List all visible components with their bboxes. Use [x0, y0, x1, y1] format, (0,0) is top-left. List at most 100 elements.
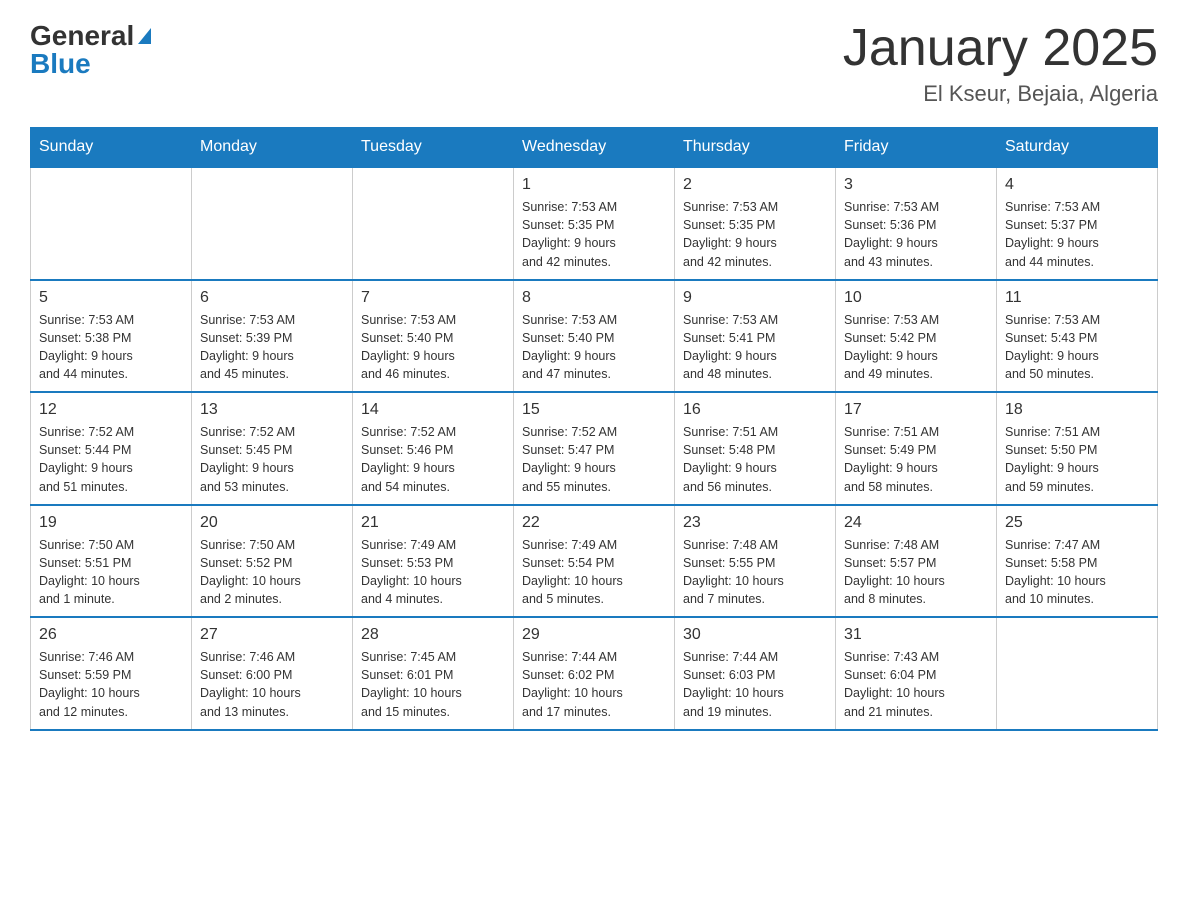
day-info: Sunrise: 7:53 AM Sunset: 5:35 PM Dayligh… — [522, 198, 666, 271]
day-info: Sunrise: 7:44 AM Sunset: 6:03 PM Dayligh… — [683, 648, 827, 721]
calendar-cell — [997, 617, 1158, 730]
day-number: 20 — [200, 514, 344, 532]
calendar-cell: 19 Sunrise: 7:50 AM Sunset: 5:51 PM Dayli… — [31, 505, 192, 618]
day-number: 2 — [683, 176, 827, 194]
day-number: 3 — [844, 176, 988, 194]
day-number: 23 — [683, 514, 827, 532]
calendar-cell: 14 Sunrise: 7:52 AM Sunset: 5:46 PM Dayli… — [353, 392, 514, 505]
day-number: 19 — [39, 514, 183, 532]
day-info: Sunrise: 7:45 AM Sunset: 6:01 PM Dayligh… — [361, 648, 505, 721]
day-info: Sunrise: 7:46 AM Sunset: 5:59 PM Dayligh… — [39, 648, 183, 721]
day-info: Sunrise: 7:51 AM Sunset: 5:49 PM Dayligh… — [844, 423, 988, 496]
week-row-2: 5Sunrise: 7:53 AM Sunset: 5:38 PM Daylig… — [31, 280, 1158, 393]
day-info: Sunrise: 7:49 AM Sunset: 5:53 PM Dayligh… — [361, 536, 505, 609]
weekday-header-wednesday: Wednesday — [514, 128, 675, 168]
day-info: Sunrise: 7:46 AM Sunset: 6:00 PM Dayligh… — [200, 648, 344, 721]
calendar-cell: 7Sunrise: 7:53 AM Sunset: 5:40 PM Daylig… — [353, 280, 514, 393]
day-info: Sunrise: 7:53 AM Sunset: 5:39 PM Dayligh… — [200, 311, 344, 384]
day-info: Sunrise: 7:53 AM Sunset: 5:42 PM Dayligh… — [844, 311, 988, 384]
calendar-cell: 24Sunrise: 7:48 AM Sunset: 5:57 PM Dayli… — [836, 505, 997, 618]
day-number: 25 — [1005, 514, 1149, 532]
week-row-1: 1 Sunrise: 7:53 AM Sunset: 5:35 PM Daylig… — [31, 167, 1158, 280]
day-info: Sunrise: 7:50 AM Sunset: 5:51 PM Dayligh… — [39, 536, 183, 609]
calendar-cell: 17 Sunrise: 7:51 AM Sunset: 5:49 PM Dayli… — [836, 392, 997, 505]
calendar-cell: 6 Sunrise: 7:53 AM Sunset: 5:39 PM Daylig… — [192, 280, 353, 393]
calendar-cell: 2 Sunrise: 7:53 AM Sunset: 5:35 PM Daylig… — [675, 167, 836, 280]
calendar-cell: 31 Sunrise: 7:43 AM Sunset: 6:04 PM Dayli… — [836, 617, 997, 730]
calendar-cell: 28 Sunrise: 7:45 AM Sunset: 6:01 PM Dayli… — [353, 617, 514, 730]
week-row-4: 19 Sunrise: 7:50 AM Sunset: 5:51 PM Dayli… — [31, 505, 1158, 618]
title-section: January 2025 El Kseur, Bejaia, Algeria — [843, 20, 1158, 107]
day-info: Sunrise: 7:51 AM Sunset: 5:48 PM Dayligh… — [683, 423, 827, 496]
day-info: Sunrise: 7:49 AM Sunset: 5:54 PM Dayligh… — [522, 536, 666, 609]
day-info: Sunrise: 7:44 AM Sunset: 6:02 PM Dayligh… — [522, 648, 666, 721]
day-number: 8 — [522, 289, 666, 307]
month-title: January 2025 — [843, 20, 1158, 77]
day-info: Sunrise: 7:50 AM Sunset: 5:52 PM Dayligh… — [200, 536, 344, 609]
day-info: Sunrise: 7:48 AM Sunset: 5:55 PM Dayligh… — [683, 536, 827, 609]
weekday-header-monday: Monday — [192, 128, 353, 168]
day-number: 13 — [200, 401, 344, 419]
weekday-header-thursday: Thursday — [675, 128, 836, 168]
calendar-cell: 9 Sunrise: 7:53 AM Sunset: 5:41 PM Daylig… — [675, 280, 836, 393]
day-info: Sunrise: 7:53 AM Sunset: 5:38 PM Dayligh… — [39, 311, 183, 384]
calendar-cell: 29 Sunrise: 7:44 AM Sunset: 6:02 PM Dayli… — [514, 617, 675, 730]
calendar-cell: 20 Sunrise: 7:50 AM Sunset: 5:52 PM Dayli… — [192, 505, 353, 618]
calendar-cell: 21 Sunrise: 7:49 AM Sunset: 5:53 PM Dayli… — [353, 505, 514, 618]
day-number: 18 — [1005, 401, 1149, 419]
day-number: 16 — [683, 401, 827, 419]
calendar-cell: 13 Sunrise: 7:52 AM Sunset: 5:45 PM Dayli… — [192, 392, 353, 505]
day-number: 6 — [200, 289, 344, 307]
location-title: El Kseur, Bejaia, Algeria — [843, 81, 1158, 107]
calendar-cell: 30 Sunrise: 7:44 AM Sunset: 6:03 PM Dayli… — [675, 617, 836, 730]
calendar-cell: 25 Sunrise: 7:47 AM Sunset: 5:58 PM Dayli… — [997, 505, 1158, 618]
calendar-cell: 1 Sunrise: 7:53 AM Sunset: 5:35 PM Daylig… — [514, 167, 675, 280]
day-number: 17 — [844, 401, 988, 419]
day-info: Sunrise: 7:53 AM Sunset: 5:40 PM Dayligh… — [522, 311, 666, 384]
day-info: Sunrise: 7:47 AM Sunset: 5:58 PM Dayligh… — [1005, 536, 1149, 609]
day-number: 10 — [844, 289, 988, 307]
day-info: Sunrise: 7:52 AM Sunset: 5:46 PM Dayligh… — [361, 423, 505, 496]
calendar-cell: 5Sunrise: 7:53 AM Sunset: 5:38 PM Daylig… — [31, 280, 192, 393]
weekday-header-sunday: Sunday — [31, 128, 192, 168]
day-info: Sunrise: 7:52 AM Sunset: 5:44 PM Dayligh… — [39, 423, 183, 496]
day-info: Sunrise: 7:52 AM Sunset: 5:45 PM Dayligh… — [200, 423, 344, 496]
day-number: 27 — [200, 626, 344, 644]
weekday-header-friday: Friday — [836, 128, 997, 168]
calendar-cell: 22 Sunrise: 7:49 AM Sunset: 5:54 PM Dayli… — [514, 505, 675, 618]
day-number: 7 — [361, 289, 505, 307]
day-info: Sunrise: 7:53 AM Sunset: 5:41 PM Dayligh… — [683, 311, 827, 384]
day-number: 14 — [361, 401, 505, 419]
week-row-5: 26 Sunrise: 7:46 AM Sunset: 5:59 PM Dayli… — [31, 617, 1158, 730]
calendar-cell: 8 Sunrise: 7:53 AM Sunset: 5:40 PM Daylig… — [514, 280, 675, 393]
day-number: 9 — [683, 289, 827, 307]
calendar-cell — [31, 167, 192, 280]
calendar-cell: 15Sunrise: 7:52 AM Sunset: 5:47 PM Dayli… — [514, 392, 675, 505]
day-number: 21 — [361, 514, 505, 532]
day-number: 26 — [39, 626, 183, 644]
day-number: 28 — [361, 626, 505, 644]
day-number: 31 — [844, 626, 988, 644]
day-number: 1 — [522, 176, 666, 194]
calendar-cell: 4 Sunrise: 7:53 AM Sunset: 5:37 PM Daylig… — [997, 167, 1158, 280]
day-info: Sunrise: 7:51 AM Sunset: 5:50 PM Dayligh… — [1005, 423, 1149, 496]
calendar-cell: 23 Sunrise: 7:48 AM Sunset: 5:55 PM Dayli… — [675, 505, 836, 618]
weekday-header-saturday: Saturday — [997, 128, 1158, 168]
week-row-3: 12Sunrise: 7:52 AM Sunset: 5:44 PM Dayli… — [31, 392, 1158, 505]
day-info: Sunrise: 7:43 AM Sunset: 6:04 PM Dayligh… — [844, 648, 988, 721]
day-number: 22 — [522, 514, 666, 532]
day-number: 29 — [522, 626, 666, 644]
day-number: 4 — [1005, 176, 1149, 194]
calendar-cell: 10 Sunrise: 7:53 AM Sunset: 5:42 PM Dayli… — [836, 280, 997, 393]
weekday-header-row: SundayMondayTuesdayWednesdayThursdayFrid… — [31, 128, 1158, 168]
calendar-cell — [192, 167, 353, 280]
day-info: Sunrise: 7:53 AM Sunset: 5:35 PM Dayligh… — [683, 198, 827, 271]
day-number: 30 — [683, 626, 827, 644]
day-info: Sunrise: 7:53 AM Sunset: 5:37 PM Dayligh… — [1005, 198, 1149, 271]
weekday-header-tuesday: Tuesday — [353, 128, 514, 168]
logo: General Blue — [30, 20, 151, 80]
calendar-cell: 12Sunrise: 7:52 AM Sunset: 5:44 PM Dayli… — [31, 392, 192, 505]
calendar-table: SundayMondayTuesdayWednesdayThursdayFrid… — [30, 127, 1158, 731]
logo-triangle-icon — [138, 28, 151, 44]
calendar-cell — [353, 167, 514, 280]
